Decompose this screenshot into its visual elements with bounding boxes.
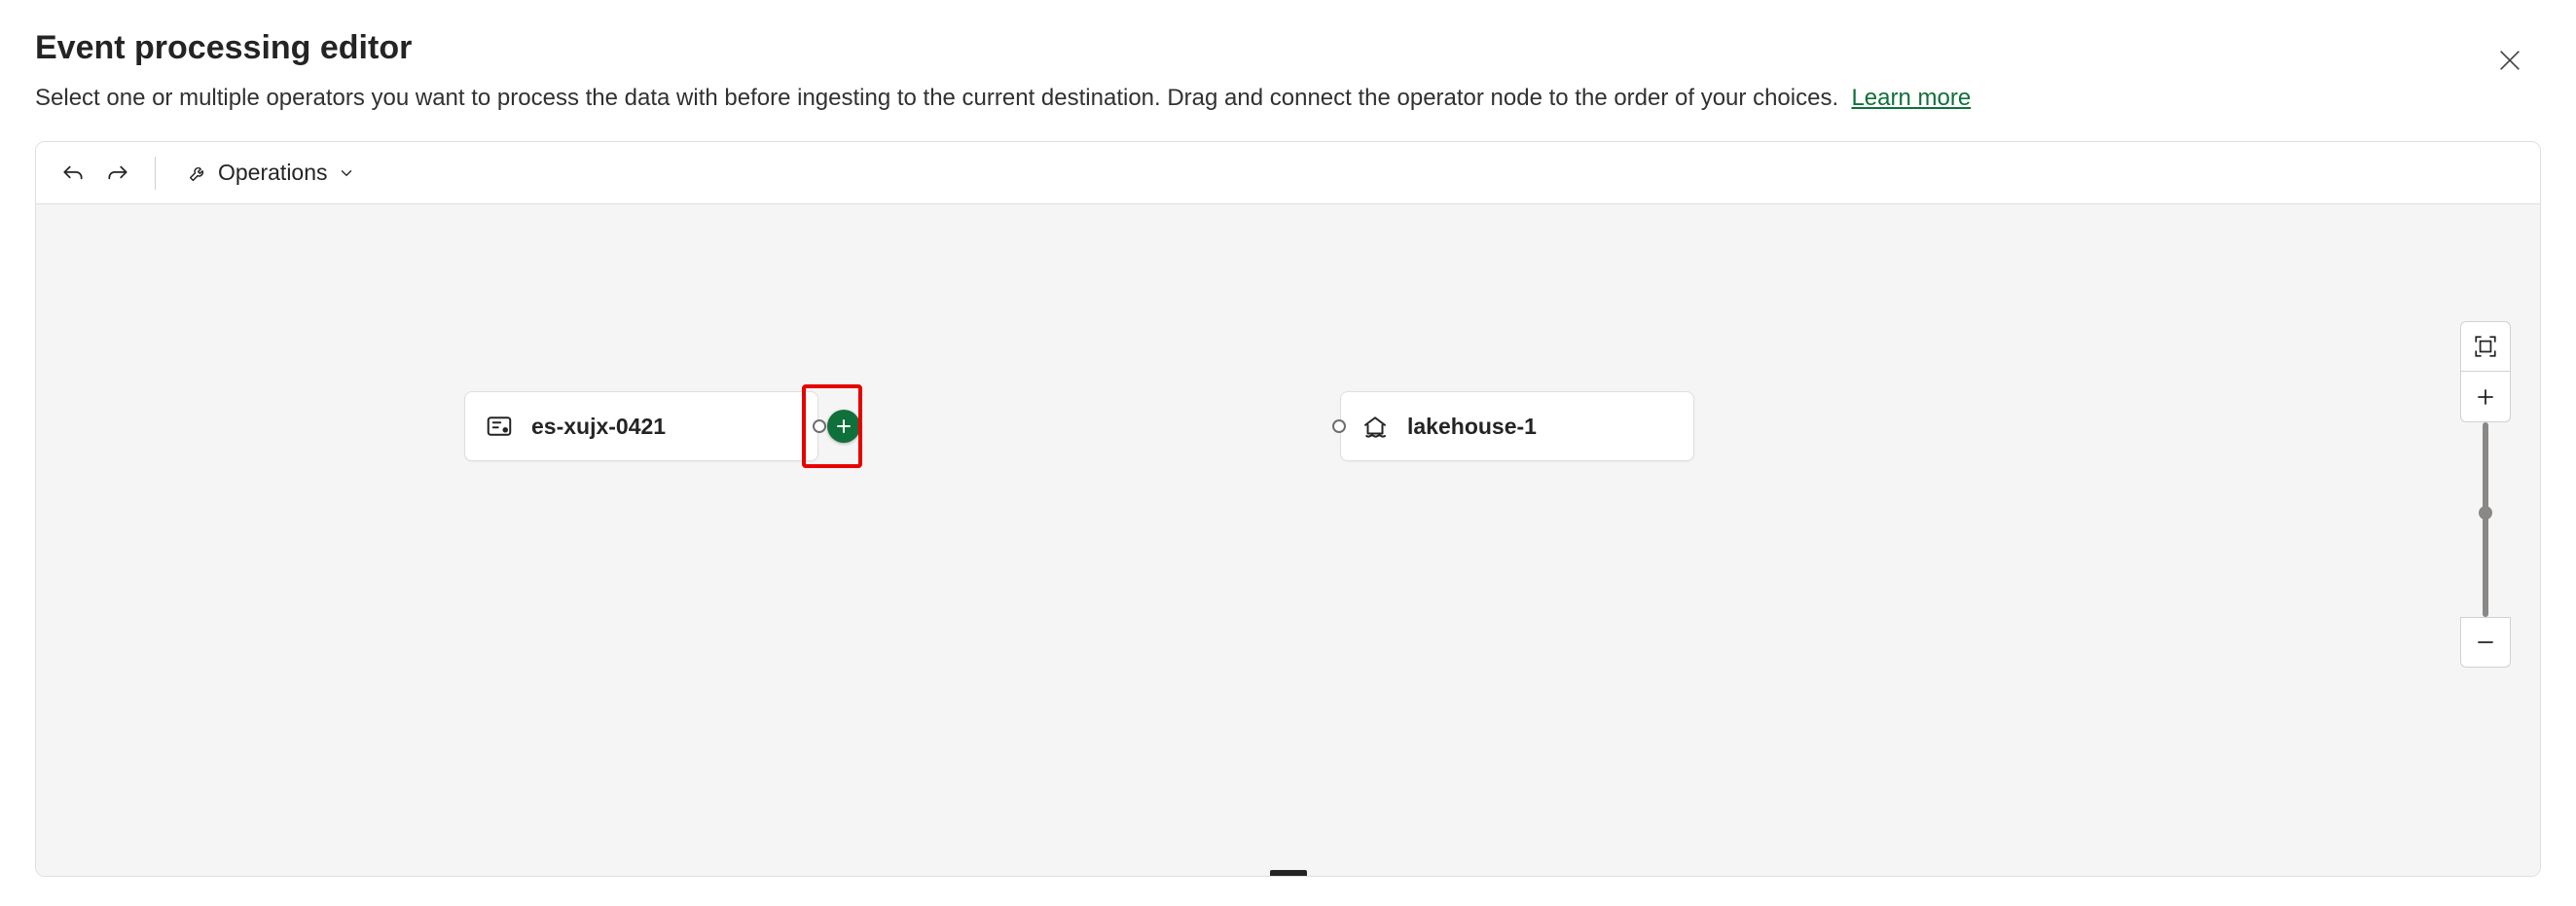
fit-icon (2473, 334, 2498, 359)
canvas-area[interactable]: es-xujx-0421 lakehouse-1 (36, 204, 2540, 876)
zoom-controls (2460, 321, 2511, 668)
plus-icon (835, 417, 853, 435)
source-node-label: es-xujx-0421 (531, 414, 666, 440)
input-port[interactable] (1332, 419, 1346, 433)
toolbar: Operations (36, 142, 2540, 204)
learn-more-link[interactable]: Learn more (1851, 85, 1971, 111)
close-icon (2496, 47, 2523, 74)
zoom-slider[interactable] (2483, 422, 2488, 617)
operations-dropdown[interactable]: Operations (177, 154, 365, 192)
undo-button[interactable] (57, 158, 89, 189)
page-subtitle: Select one or multiple operators you wan… (35, 85, 2541, 112)
source-node[interactable]: es-xujx-0421 (464, 391, 818, 461)
minus-icon (2474, 631, 2497, 654)
wrench-icon (187, 163, 208, 184)
undo-icon (60, 161, 86, 186)
resize-handle[interactable] (1270, 870, 1307, 877)
eventstream-icon (485, 412, 514, 441)
destination-node-label: lakehouse-1 (1407, 414, 1537, 440)
editor-panel: Operations es-xujx-0421 (35, 141, 2541, 877)
fit-to-screen-button[interactable] (2460, 321, 2511, 372)
page-title: Event processing editor (35, 29, 2541, 67)
destination-node[interactable]: lakehouse-1 (1340, 391, 1694, 461)
subtitle-text: Select one or multiple operators you wan… (35, 85, 1838, 111)
chevron-down-icon (338, 164, 355, 182)
zoom-in-button[interactable] (2460, 372, 2511, 422)
operations-label: Operations (218, 160, 328, 186)
zoom-slider-thumb[interactable] (2479, 506, 2492, 520)
close-button[interactable] (2490, 41, 2529, 80)
plus-icon (2474, 385, 2497, 409)
redo-icon (105, 161, 130, 186)
redo-button[interactable] (102, 158, 133, 189)
add-operator-button[interactable] (827, 410, 860, 443)
toolbar-divider (155, 157, 156, 190)
output-port[interactable] (813, 419, 826, 433)
lakehouse-icon (1361, 412, 1390, 441)
zoom-out-button[interactable] (2460, 617, 2511, 668)
